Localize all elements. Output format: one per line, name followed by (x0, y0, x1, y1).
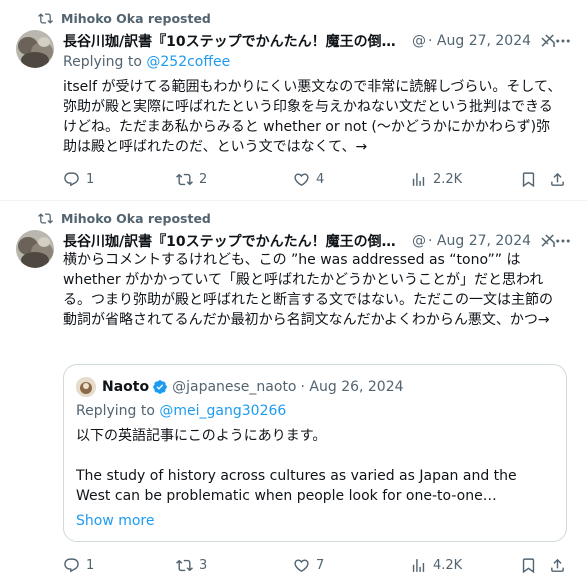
reply-icon (64, 557, 79, 572)
quote-text-en: The study of history across cultures as … (76, 468, 517, 504)
quote-replying-to-link[interactable]: @mei_gang30266 (159, 403, 286, 419)
like-button[interactable]: 4 (293, 171, 410, 188)
repost-label[interactable]: Mihoko Oka reposted (61, 211, 211, 226)
action-bar: 1 2 4 2.2K (63, 169, 569, 189)
author-handle[interactable]: @ (412, 233, 426, 249)
views-button[interactable]: 4.2K (410, 557, 520, 574)
views-icon (412, 558, 425, 572)
tweet-text: 横からコメントするけれども、この ”he was addressed as “t… (63, 252, 553, 328)
more-icon[interactable] (553, 31, 573, 51)
repost-icon (38, 12, 53, 24)
like-icon (294, 558, 309, 572)
like-icon (294, 172, 309, 186)
views-button[interactable]: 2.2K (410, 171, 520, 188)
bookmark-button[interactable] (520, 557, 549, 574)
more-icon[interactable] (553, 231, 573, 251)
repost-count: 2 (199, 171, 208, 187)
author-name[interactable]: 長谷川珈/訳書『10ステップでかんたん！魔王の倒し方』 (63, 31, 406, 51)
replying-to: Replying to @252coffee (63, 54, 230, 70)
tweet-date[interactable]: · Aug 27, 2024 (428, 233, 531, 249)
quote-date[interactable]: · Aug 26, 2024 (301, 379, 404, 395)
reply-count: 1 (86, 557, 95, 573)
reply-button[interactable]: 1 (63, 171, 176, 188)
reply-icon (64, 171, 79, 186)
bookmark-icon (522, 171, 535, 187)
show-more-link[interactable]: Show more (76, 513, 155, 529)
avatar[interactable] (16, 30, 54, 68)
tweet-date[interactable]: · Aug 27, 2024 (428, 33, 531, 49)
views-icon (412, 172, 425, 186)
verified-badge-icon (153, 380, 167, 394)
share-icon (551, 172, 564, 186)
replying-to-link[interactable]: @252coffee (146, 54, 230, 70)
repost-label[interactable]: Mihoko Oka reposted (61, 11, 211, 26)
share-button[interactable] (549, 171, 566, 188)
reply-button[interactable]: 1 (63, 557, 176, 574)
like-button[interactable]: 7 (293, 557, 410, 574)
bookmark-button[interactable] (520, 171, 549, 188)
reply-count: 1 (86, 171, 95, 187)
author-handle[interactable]: @ (412, 33, 426, 49)
views-count: 4.2K (433, 557, 463, 573)
quote-header: Naoto @japanese_naoto · Aug 26, 2024 (76, 377, 404, 397)
share-button[interactable] (549, 557, 566, 574)
quoted-tweet[interactable]: Naoto @japanese_naoto · Aug 26, 2024 Rep… (63, 364, 567, 542)
repost-context: Mihoko Oka reposted (38, 9, 211, 27)
author-name[interactable]: 長谷川珈/訳書『10ステップでかんたん！魔王の倒し方』 (63, 231, 406, 251)
quote-avatar[interactable] (76, 377, 96, 397)
like-count: 7 (316, 557, 325, 573)
tweet-1[interactable]: Mihoko Oka reposted 長谷川珈/訳書『10ステップでかんたん！… (0, 0, 587, 200)
views-count: 2.2K (433, 171, 463, 187)
repost-count: 3 (199, 557, 208, 573)
repost-icon (176, 559, 193, 571)
action-bar: 1 3 7 4.2K (63, 555, 569, 575)
replying-prefix: Replying to (63, 54, 147, 70)
quote-text: 以下の英語記事にこのようにあります。 The study of history … (76, 426, 554, 506)
quote-author-handle[interactable]: @japanese_naoto (172, 379, 296, 395)
tweet-header: 長谷川珈/訳書『10ステップでかんたん！魔王の倒し方』 @ · Aug 27, … (63, 231, 573, 251)
quote-text-jp: 以下の英語記事にこのようにあります。 (76, 428, 327, 444)
repost-context: Mihoko Oka reposted (38, 209, 211, 227)
share-icon (551, 558, 564, 572)
avatar[interactable] (16, 230, 54, 268)
like-count: 4 (316, 171, 325, 187)
tweet-text: itself が受けてる範囲もわかりにくい悪文なので非常に読解しづらい。そして、… (63, 79, 562, 155)
bookmark-icon (522, 557, 535, 573)
quote-author-name[interactable]: Naoto (102, 379, 149, 395)
repost-icon (176, 173, 193, 185)
repost-button[interactable]: 3 (176, 557, 293, 574)
tweet-header: 長谷川珈/訳書『10ステップでかんたん！魔王の倒し方』 @ · Aug 27, … (63, 31, 573, 51)
repost-icon (38, 212, 53, 224)
repost-button[interactable]: 2 (176, 171, 293, 188)
tweet-2[interactable]: Mihoko Oka reposted 長谷川珈/訳書『10ステップでかんたん！… (0, 200, 587, 587)
quote-replying-to: Replying to @mei_gang30266 (76, 403, 286, 419)
quote-replying-prefix: Replying to (76, 403, 160, 419)
